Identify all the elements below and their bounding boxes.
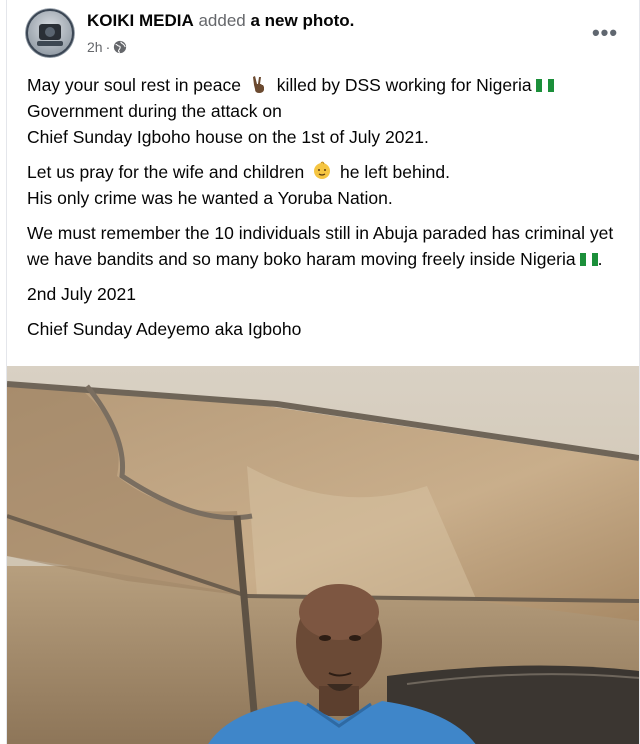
page-name-link[interactable]: KOIKI MEDIA: [87, 11, 194, 30]
globe-icon: [113, 40, 127, 54]
text-line: .: [597, 249, 603, 269]
post-paragraph-1: May your soul rest in peace killed by DS…: [27, 72, 627, 150]
post-signature-line: Chief Sunday Adeyemo aka Igboho: [27, 319, 302, 339]
text-line: May your soul rest in peace: [27, 75, 241, 95]
post-date-line: 2nd July 2021: [27, 284, 136, 304]
text-line: he left behind.: [340, 162, 450, 182]
baby-icon: [312, 161, 332, 181]
text-line: Chief Sunday Igboho house on the 1st of …: [27, 127, 429, 147]
more-options-icon[interactable]: •••: [587, 18, 623, 48]
page-avatar[interactable]: [25, 8, 75, 58]
nigeria-flag-icon: [579, 253, 598, 266]
facebook-post: KOIKI MEDIA added a new photo. 2h · ••• …: [6, 0, 640, 744]
text-line: killed by DSS working for Nigeria: [276, 75, 532, 95]
post-paragraph-3: We must remember the 10 individuals stil…: [27, 220, 627, 272]
post-action-text: added: [198, 11, 246, 30]
meta-separator: ·: [105, 39, 111, 55]
text-line: Let us pray for the wife and children: [27, 162, 305, 182]
post-photo[interactable]: [7, 366, 639, 744]
post-meta: 2h ·: [87, 39, 127, 55]
victory-hand-icon: [249, 74, 269, 94]
text-line: Government during the attack on: [27, 101, 282, 121]
post-timestamp[interactable]: 2h: [87, 39, 103, 55]
post-header: KOIKI MEDIA added a new photo. 2h · •••: [7, 0, 639, 64]
post-author-line: KOIKI MEDIA added a new photo.: [87, 11, 354, 31]
nigeria-flag-icon: [535, 79, 554, 92]
text-line: His only crime was he wanted a Yoruba Na…: [27, 188, 393, 208]
post-paragraph-2: Let us pray for the wife and children he…: [27, 159, 627, 211]
post-message: May your soul rest in peace killed by DS…: [27, 72, 627, 351]
text-line: We must remember the 10 individuals stil…: [27, 223, 614, 269]
post-action-object: a new photo.: [250, 11, 355, 30]
